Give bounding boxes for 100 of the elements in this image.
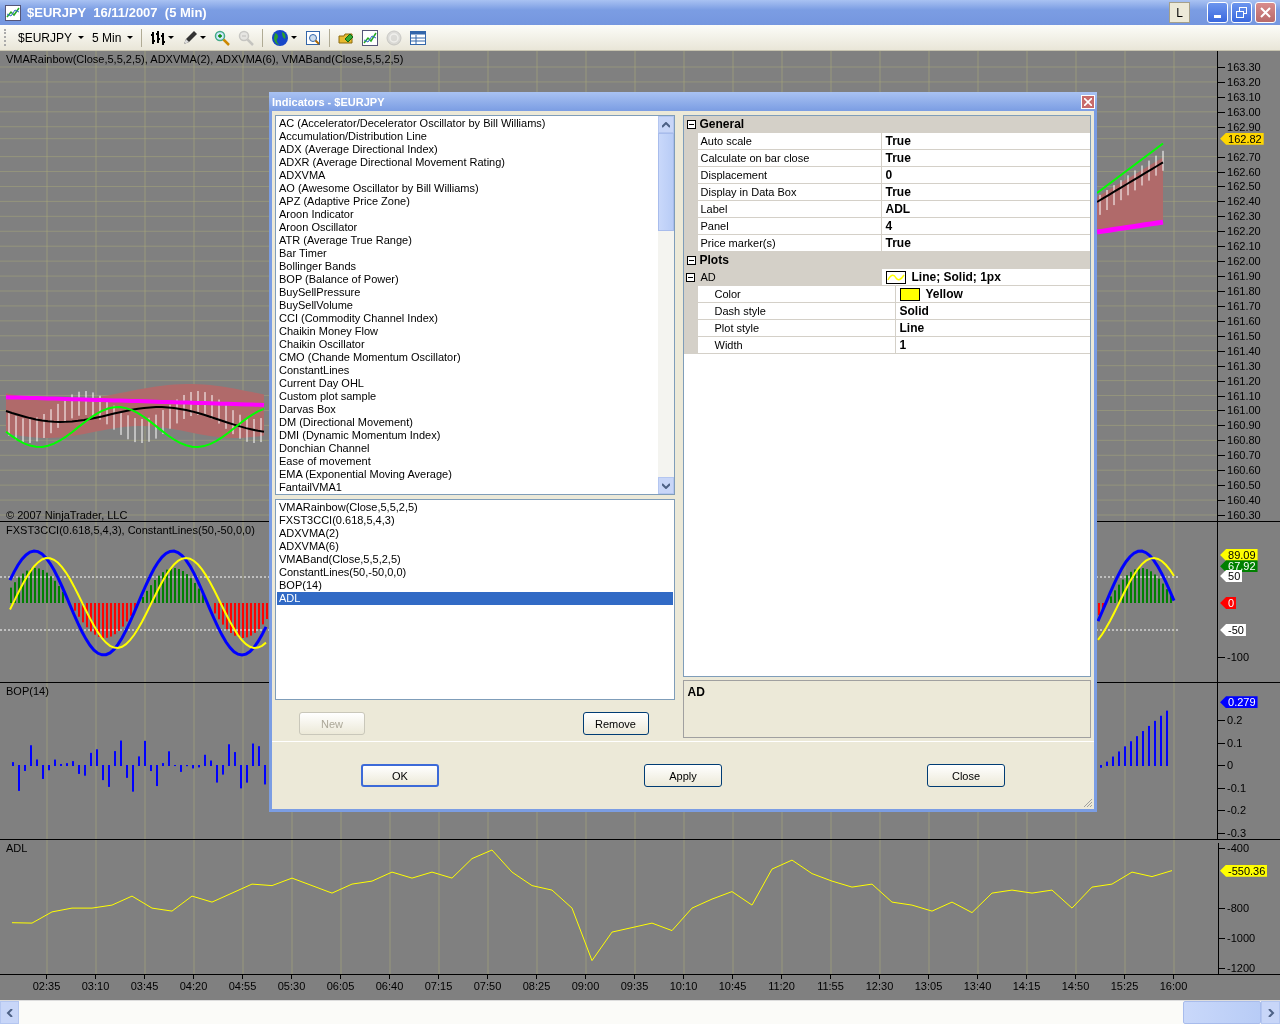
property-value[interactable]: 4 [885, 219, 893, 233]
indicator-item[interactable]: AC (Accelerator/Decelerator Oscillator by Bill Williams) [277, 117, 657, 130]
applied-indicator-item[interactable]: FXST3CCI(0.618,5,4,3) [277, 514, 673, 527]
axis-label: -800 [1218, 902, 1250, 915]
property-name: Label [697, 201, 882, 217]
indicator-item[interactable]: BOP (Balance of Power) [277, 273, 657, 286]
axis-label: 160.40 [1218, 494, 1261, 507]
indicator-item[interactable]: DMI (Dynamic Momentum Index) [277, 429, 657, 442]
axis-label: -0.3 [1218, 826, 1246, 839]
axis-label: 162.60 [1218, 165, 1261, 178]
property-name: Plot style [697, 320, 896, 336]
property-name: Color [697, 286, 896, 302]
axis-label: 161.80 [1218, 285, 1261, 297]
indicator-item[interactable]: BuySellPressure [277, 286, 657, 299]
dialog-button[interactable]: Apply [644, 764, 722, 787]
indicator-item[interactable]: EMA (Exponential Moving Average) [277, 468, 657, 481]
property-value[interactable]: True [885, 151, 911, 165]
property-value[interactable]: Yellow [925, 287, 963, 301]
indicator-item[interactable]: ADXR (Average Directional Movement Rating) [277, 156, 657, 169]
property-value[interactable]: 1 [899, 338, 907, 352]
property-value[interactable]: True [885, 134, 911, 148]
layout-button[interactable]: L [1169, 2, 1190, 23]
period-dropdown[interactable]: 5 Min [89, 28, 137, 47]
property-name: Auto scale [697, 133, 882, 149]
indicator-item[interactable]: Chaikin Money Flow [277, 325, 657, 338]
axis-label: 0.2 [1218, 714, 1243, 726]
axis-label: 163.00 [1218, 105, 1261, 118]
indicator-item[interactable]: Current Day OHL [277, 377, 657, 390]
axis-label: 162.20 [1218, 225, 1261, 238]
axis-label: 160.50 [1218, 479, 1261, 492]
indicator-item[interactable]: ADX (Average Directional Index) [277, 143, 657, 156]
indicator-item[interactable]: Bar Timer [277, 247, 657, 260]
property-value[interactable]: True [885, 185, 911, 199]
applied-indicator-item[interactable]: ADXVMA(2) [277, 527, 673, 540]
indicator-item[interactable]: Aroon Oscillator [277, 221, 657, 234]
indicator-item[interactable]: CCI (Commodity Channel Index) [277, 312, 657, 325]
indicator-legend: BOP(14) [6, 685, 49, 697]
indicator-item[interactable]: ConstantLines [277, 364, 657, 377]
axis-label: 162.70 [1218, 150, 1261, 163]
axis-label: 161.00 [1218, 404, 1261, 417]
price-marker: 0.279 [1220, 696, 1258, 709]
indicator-item[interactable]: ATR (Average True Range) [277, 234, 657, 247]
indicator-item[interactable]: Accumulation/Distribution Line [277, 130, 657, 143]
indicator-item[interactable]: Ease of movement [277, 455, 657, 468]
axis-label: 163.20 [1218, 75, 1261, 88]
indicator-item[interactable]: BuySellVolume [277, 299, 657, 312]
axis-label: 0 [1218, 759, 1234, 771]
applied-indicator-item[interactable]: ADXVMA(6) [277, 540, 673, 553]
applied-indicator-item[interactable]: VMABand(Close,5,5,2,5) [277, 553, 673, 566]
property-value[interactable]: Line [899, 321, 925, 335]
indicator-item[interactable]: Chaikin Oscillator [277, 338, 657, 351]
indicator-item[interactable]: FantailVMA1 [277, 481, 657, 494]
axis-label: -400 [1218, 842, 1250, 855]
indicator-item[interactable]: Bollinger Bands [277, 260, 657, 273]
applied-indicator-item[interactable]: ConstantLines(50,-50,0,0) [277, 566, 673, 579]
price-marker: 67.92 [1220, 560, 1258, 573]
axis-label: 161.50 [1218, 329, 1261, 342]
property-value[interactable]: Solid [899, 304, 929, 318]
applied-indicator-item[interactable]: VMARainbow(Close,5,5,2,5) [277, 501, 673, 514]
property-value[interactable]: Line; Solid; 1px [911, 270, 1001, 284]
indicator-item[interactable]: Darvas Box [277, 403, 657, 416]
axis-label: 161.60 [1218, 314, 1261, 327]
window-title: $EURJPY 16/11/2007 (5 Min) [27, 5, 207, 20]
property-name: Price marker(s) [697, 235, 882, 251]
property-name: Display in Data Box [697, 184, 882, 200]
indicator-item[interactable]: Custom plot sample [277, 390, 657, 403]
copyright-text: © 2007 NinjaTrader, LLC [6, 509, 128, 521]
indicator-item[interactable]: AO (Awesome Oscillator by Bill Williams) [277, 182, 657, 195]
property-value[interactable]: 0 [885, 168, 893, 182]
dialog-button[interactable]: Close [927, 764, 1005, 787]
property-value[interactable]: True [885, 236, 911, 250]
indicator-item[interactable]: Aroon Indicator [277, 208, 657, 221]
axis-label: 160.70 [1218, 449, 1261, 462]
axis-label: 160.90 [1218, 419, 1261, 432]
list-button[interactable]: Remove [582, 712, 649, 735]
indicator-item[interactable]: APZ (Adaptive Price Zone) [277, 195, 657, 208]
applied-indicator-item[interactable]: BOP(14) [277, 579, 673, 592]
axis-label: 163.30 [1218, 61, 1261, 73]
axis-label: 162.10 [1218, 240, 1261, 253]
price-marker: 50 [1220, 570, 1243, 582]
applied-indicator-item[interactable]: ADL [277, 592, 673, 605]
axis-label: 0.1 [1218, 736, 1243, 749]
axis-label: 162.90 [1218, 120, 1261, 133]
category-label: Plots [699, 253, 729, 267]
indicator-item[interactable]: CMO (Chande Momentum Oscillator) [277, 351, 657, 364]
indicator-item[interactable]: DM (Directional Movement) [277, 416, 657, 429]
axis-label: 162.30 [1218, 210, 1261, 223]
instrument-dropdown[interactable]: $EURJPY [15, 28, 88, 47]
property-value[interactable]: ADL [885, 202, 911, 216]
price-marker: -550.36 [1220, 864, 1268, 877]
dialog-button[interactable]: OK [361, 764, 439, 787]
property-name: Calculate on bar close [697, 150, 882, 166]
dialog-title: Indicators - $EURJPY [271, 95, 385, 108]
indicator-item[interactable]: Donchian Channel [277, 442, 657, 455]
axis-label: -1200 [1218, 962, 1256, 975]
axis-label: -0.2 [1218, 804, 1246, 816]
axis-label: 162.00 [1218, 255, 1261, 268]
property-name: AD [697, 269, 882, 285]
indicator-item[interactable]: ADXVMA [277, 169, 657, 182]
property-name: Dash style [697, 303, 896, 319]
